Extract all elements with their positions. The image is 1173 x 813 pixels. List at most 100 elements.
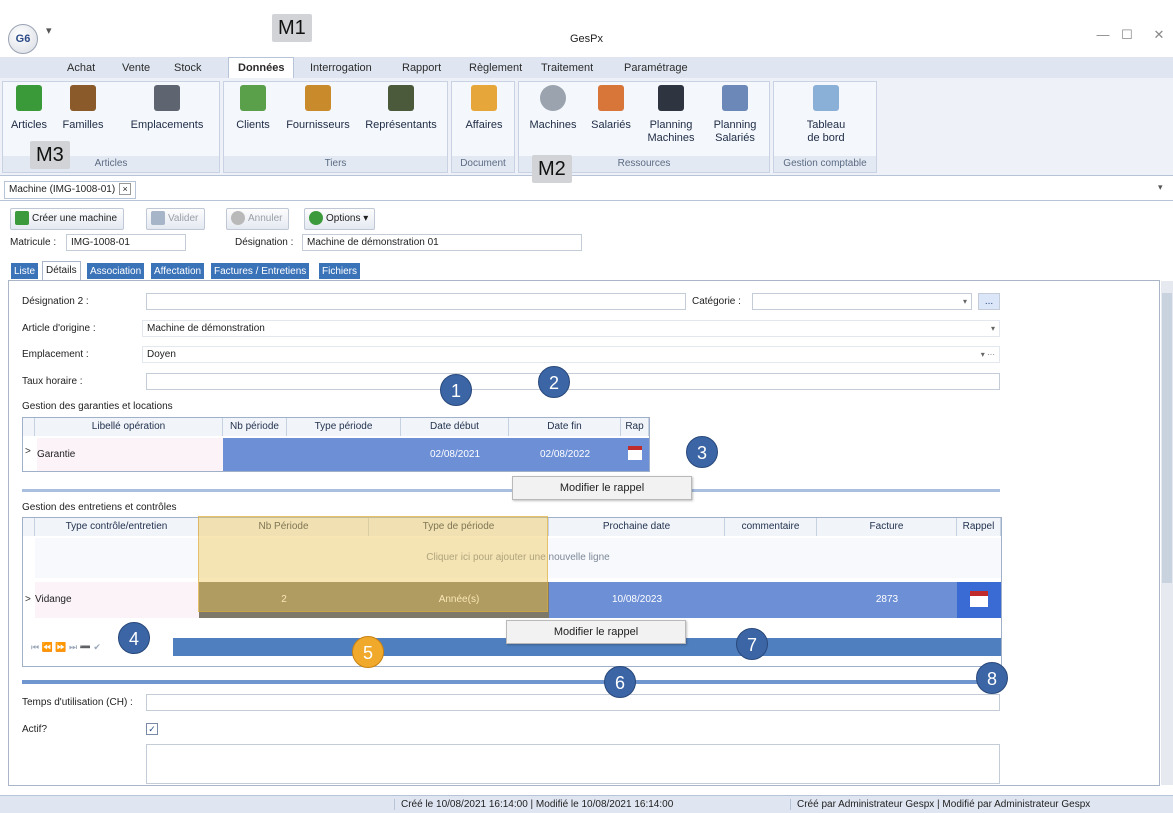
designation-field[interactable]: Machine de démonstration 01 — [302, 234, 582, 251]
type-periode-cell[interactable] — [287, 438, 401, 471]
emplacement-select[interactable]: Doyen ▾ ··· — [142, 346, 1000, 363]
fournisseurs-button[interactable]: Fournisseurs — [282, 85, 354, 132]
window-title: GesPx — [569, 33, 603, 45]
maximize-button[interactable]: ☐ — [1116, 27, 1138, 43]
document-tab-label: Machine (IMG-1008-01) — [9, 184, 116, 195]
clients-button[interactable]: Clients — [228, 85, 278, 132]
group-tiers: Clients Fournisseurs Représentants Tiers — [223, 81, 448, 173]
splitter[interactable] — [22, 680, 1000, 684]
actif-checkbox[interactable]: ✓ — [146, 723, 158, 735]
tab-traitement[interactable]: Traitement — [537, 59, 597, 77]
col-date-debut[interactable]: Date début — [401, 418, 509, 436]
callout-2: 2 — [538, 366, 570, 398]
calendar-icon — [722, 85, 748, 111]
matricule-label: Matricule : — [10, 237, 57, 248]
tab-interrogation[interactable]: Interrogation — [306, 59, 376, 77]
categorie-browse-button[interactable]: ... — [978, 293, 1000, 310]
tab-achat[interactable]: Achat — [63, 59, 99, 77]
highlight-overlay — [198, 516, 548, 612]
book-brown-icon — [70, 85, 96, 111]
document-tab[interactable]: Machine (IMG-1008-01) × — [4, 181, 137, 199]
tab-liste[interactable]: Liste — [10, 262, 40, 280]
tab-vente[interactable]: Vente — [118, 59, 154, 77]
context-menu-modifier-rappel[interactable]: Modifier le rappel — [512, 476, 692, 500]
tab-fichiers[interactable]: Fichiers — [318, 262, 362, 280]
rappel-cell[interactable] — [957, 582, 1001, 618]
callout-4: 4 — [118, 622, 150, 654]
articles-button[interactable]: Articles — [7, 85, 51, 132]
col-type-controle[interactable]: Type contrôle/entretien — [35, 518, 199, 536]
rappel-cell[interactable] — [621, 438, 649, 471]
status-bar: Créé le 10/08/2021 16:14:00 | Modifié le… — [0, 795, 1173, 813]
col-commentaire[interactable]: commentaire — [725, 518, 817, 536]
tab-parametrage[interactable]: Paramétrage — [620, 59, 692, 77]
designation2-field[interactable] — [146, 293, 686, 310]
matricule-field[interactable]: IMG-1008-01 — [66, 234, 186, 251]
planning-salaries-button[interactable]: Planning Salariés — [705, 85, 765, 145]
validate-button[interactable]: Valider — [146, 208, 206, 230]
garantie-cell[interactable]: Garantie — [37, 438, 223, 471]
col-nb-periode[interactable]: Nb période — [223, 418, 287, 436]
tab-stock[interactable]: Stock — [170, 59, 206, 77]
salaries-button[interactable]: Salariés — [587, 85, 635, 132]
close-window-button[interactable]: ✕ — [1148, 27, 1170, 43]
grid-navigator[interactable]: ⏮ ⏪ ⏩ ⏭ ➖ ✔ — [31, 642, 101, 653]
context-menu-modifier-rappel[interactable]: Modifier le rappel — [506, 620, 686, 644]
prochaine-date-cell[interactable]: 10/08/2023 — [549, 582, 725, 618]
col-libelle-operation[interactable]: Libellé opération — [35, 418, 223, 436]
col-facture[interactable]: Facture — [817, 518, 957, 536]
nb-periode-cell[interactable] — [223, 438, 287, 471]
annotation-m1: M1 — [272, 14, 312, 42]
article-origine-select[interactable]: Machine de démonstration ▾ — [142, 320, 1000, 337]
minimize-button[interactable]: — — [1092, 27, 1114, 43]
tableau-de-bord-button[interactable]: Tableau de bord — [794, 85, 858, 145]
employees-icon — [598, 85, 624, 111]
tab-donnees[interactable]: Données — [228, 57, 295, 78]
scrollbar-thumb[interactable] — [1162, 293, 1172, 583]
tabs-dropdown-icon[interactable]: ▾ — [1158, 182, 1163, 193]
col-prochaine-date[interactable]: Prochaine date — [549, 518, 725, 536]
commentaire-cell[interactable] — [725, 582, 817, 618]
row-indicator-header — [23, 418, 35, 436]
tab-affectation[interactable]: Affectation — [150, 262, 206, 280]
date-debut-cell[interactable]: 02/08/2021 — [401, 438, 509, 471]
tab-rapport[interactable]: Rapport — [398, 59, 445, 77]
familles-button[interactable]: Familles — [55, 85, 111, 132]
categorie-select[interactable]: ▾ — [752, 293, 972, 310]
representants-button[interactable]: Représentants — [358, 85, 444, 132]
col-date-fin[interactable]: Date fin — [509, 418, 621, 436]
tab-details[interactable]: Détails — [42, 261, 81, 281]
status-created-modified: Créé le 10/08/2021 16:14:00 | Modifié le… — [394, 799, 673, 810]
row-indicator-header — [23, 518, 35, 536]
close-tab-icon[interactable]: × — [119, 183, 132, 195]
col-rappel[interactable]: Rappel — [957, 518, 1001, 536]
col-rappel[interactable]: Rap — [621, 418, 649, 436]
notes-textarea[interactable] — [146, 744, 1000, 784]
col-type-periode[interactable]: Type période — [287, 418, 401, 436]
emplacements-button[interactable]: Emplacements — [117, 85, 217, 132]
facture-cell[interactable]: 2873 — [817, 582, 957, 618]
splitter[interactable] — [22, 489, 1000, 492]
garanties-section-title: Gestion des garanties et locations — [22, 401, 173, 412]
taux-horaire-field[interactable] — [146, 373, 1000, 390]
options-button[interactable]: Options ▾ — [304, 208, 376, 230]
row-arrow-icon: > — [25, 594, 31, 605]
date-fin-cell[interactable]: 02/08/2022 — [509, 438, 621, 471]
vertical-scrollbar[interactable] — [1161, 281, 1173, 785]
calendar-reminder-icon[interactable] — [970, 591, 988, 607]
gear-icon — [540, 85, 566, 111]
tab-association[interactable]: Association — [86, 262, 146, 280]
vidange-cell[interactable]: Vidange — [35, 582, 199, 618]
tab-factures-entretiens[interactable]: Factures / Entretiens — [210, 262, 311, 280]
calendar-reminder-icon[interactable] — [628, 446, 642, 460]
create-machine-button[interactable]: Créer une machine — [10, 208, 125, 230]
group-title-gestion-comptable: Gestion comptable — [774, 156, 876, 172]
temps-utilisation-field[interactable] — [146, 694, 1000, 711]
affaires-button[interactable]: Affaires — [456, 85, 512, 132]
cancel-button[interactable]: Annuler — [226, 208, 290, 230]
tab-reglement[interactable]: Règlement — [465, 59, 526, 77]
machines-button[interactable]: Machines — [523, 85, 583, 132]
entretiens-section-title: Gestion des entretiens et contrôles — [22, 502, 177, 513]
planning-machines-button[interactable]: Planning Machines — [641, 85, 701, 145]
row-arrow-icon: > — [25, 446, 31, 457]
